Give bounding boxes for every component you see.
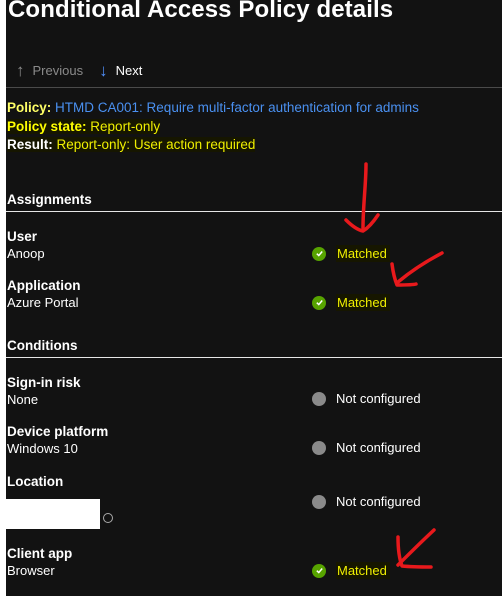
arrow-down-icon: ↓	[99, 61, 108, 80]
policy-line: Policy: HTMD CA001: Require multi-factor…	[7, 99, 419, 118]
page-title: Conditional Access Policy details	[8, 0, 394, 23]
sign-in-risk-value: None	[7, 392, 39, 407]
policy-state-line: Policy state: Report-only	[7, 118, 419, 137]
status-text: Not configured	[336, 494, 421, 509]
status-text: Matched	[336, 245, 390, 262]
result-line: Result: Report-only: User action require…	[7, 136, 419, 155]
client-app-status: Matched	[312, 562, 390, 579]
location-status: Not configured	[312, 494, 421, 509]
previous-button[interactable]: ↑ Previous	[16, 62, 83, 79]
application-value: Azure Portal	[7, 295, 79, 310]
circle-icon	[312, 440, 326, 455]
check-circle-icon	[312, 563, 326, 578]
policy-link[interactable]: HTMD CA001: Require multi-factor authent…	[55, 100, 419, 115]
next-label: Next	[115, 63, 143, 78]
status-text: Not configured	[336, 440, 421, 455]
redaction-box	[0, 499, 100, 529]
circle-icon	[312, 391, 326, 406]
conditions-heading: Conditions	[7, 338, 78, 353]
status-text: Not configured	[336, 391, 421, 406]
conditions-divider	[6, 357, 502, 358]
user-label: User	[7, 229, 38, 244]
client-app-value: Browser	[7, 563, 55, 578]
arrow-up-icon: ↑	[16, 61, 25, 80]
previous-label: Previous	[32, 63, 84, 78]
check-circle-icon	[312, 246, 326, 261]
policy-state-value: Report-only	[90, 118, 161, 134]
sign-in-risk-label: Sign-in risk	[7, 375, 81, 390]
nav-bar: ↑ Previous ↓ Next	[16, 62, 142, 79]
device-platform-status: Not configured	[312, 440, 421, 455]
next-button[interactable]: ↓ Next	[99, 62, 142, 79]
user-value: Anoop	[7, 246, 45, 261]
user-status: Matched	[312, 245, 390, 262]
application-status: Matched	[312, 294, 390, 311]
status-text: Matched	[336, 562, 390, 579]
device-platform-label: Device platform	[7, 424, 109, 439]
assignments-heading: Assignments	[7, 192, 92, 207]
circle-icon	[312, 494, 326, 509]
divider	[6, 87, 502, 88]
result-label: Result:	[7, 137, 53, 152]
result-value: Report-only: User action required	[56, 137, 256, 152]
check-circle-icon	[312, 295, 326, 310]
client-app-label: Client app	[7, 546, 73, 561]
sign-in-risk-status: Not configured	[312, 391, 421, 406]
device-platform-value: Windows 10	[7, 441, 78, 456]
application-label: Application	[7, 278, 81, 293]
location-label: Location	[7, 474, 64, 489]
status-text: Matched	[336, 294, 390, 311]
assignments-divider	[6, 211, 502, 212]
policy-label: Policy:	[7, 100, 52, 115]
info-icon[interactable]	[103, 513, 113, 523]
policy-state-label: Policy state:	[7, 118, 87, 134]
policy-summary: Policy: HTMD CA001: Require multi-factor…	[7, 99, 419, 155]
